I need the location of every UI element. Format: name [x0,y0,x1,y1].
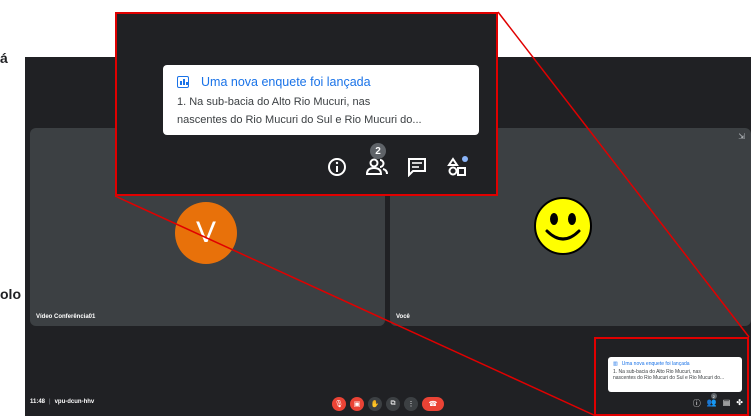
activity-indicator [462,156,468,162]
more-icon[interactable]: ⋮ [404,397,418,411]
highlight-outline [594,337,749,416]
info-icon[interactable] [326,156,348,178]
leave-call-icon[interactable]: ☎ [422,397,444,411]
smiley-avatar-icon [534,197,592,255]
camera-off-icon[interactable]: ▣ [350,397,364,411]
activities-icon[interactable] [446,156,468,178]
cropped-text-bottom: olo [0,286,21,302]
raise-hand-icon[interactable]: ✋ [368,397,382,411]
participants-count-badge: 2 [370,143,386,159]
poll-notification[interactable]: Uma nova enquete foi lançada 1. Na sub-b… [163,65,479,135]
meeting-time: 11:48 [30,399,46,405]
present-icon[interactable]: ⧉ [386,397,400,411]
meeting-details: 11:48 | vpu-dcun-hhv [30,399,95,405]
poll-body-line-1: 1. Na sub-bacia do Alto Rio Mucuri, nas [177,96,371,108]
poll-body-line-2: nascentes do Rio Mucuri do Sul e Rio Muc… [177,114,422,126]
meeting-code: vpu-dcun-hhv [54,399,95,405]
chat-icon[interactable] [406,156,428,178]
people-icon[interactable]: 2 [366,143,388,178]
participant-avatar: V [175,202,237,264]
participant-name-self: Você [396,314,410,320]
zoomed-callout: Uma nova enquete foi lançada 1. Na sub-b… [115,12,498,196]
meeting-toolbar: 2 [326,143,468,178]
cropped-text-top: á [0,50,8,66]
participant-name: Vídeo Conferência01 [36,314,96,320]
call-controls: 🎙 ▣ ✋ ⧉ ⋮ ☎ [332,397,444,411]
poll-icon [177,76,189,88]
mic-off-icon[interactable]: 🎙 [332,397,346,411]
pin-icon[interactable]: ⇲ [738,132,745,141]
poll-title: Uma nova enquete foi lançada [201,75,371,89]
